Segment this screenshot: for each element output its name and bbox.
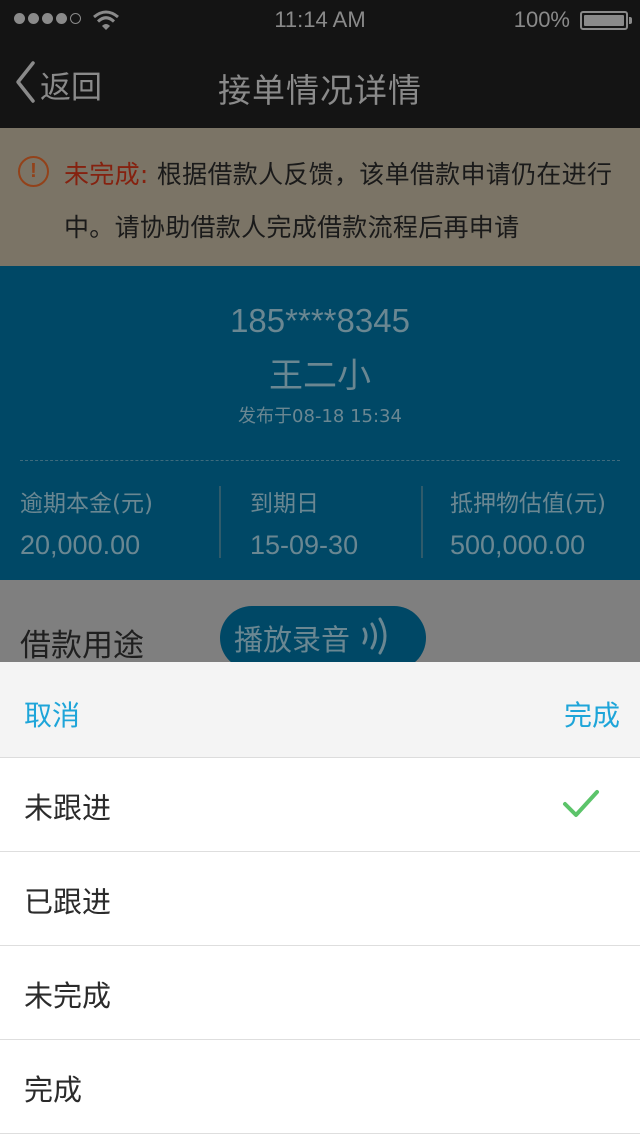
picker-option-complete[interactable]: 完成 — [0, 1040, 640, 1134]
option-label: 已跟进 — [24, 885, 112, 919]
status-picker-sheet: 取消 完成 未跟进 已跟进 未完成 完成 — [0, 662, 640, 1136]
option-label: 未完成 — [24, 979, 112, 1013]
battery-percent: 100% — [513, 7, 570, 32]
field-value: 500,000.00 — [450, 530, 586, 560]
check-icon — [562, 788, 600, 824]
column-divider — [421, 486, 423, 558]
picker-option-not-followed[interactable]: 未跟进 — [0, 758, 640, 852]
cancel-button[interactable]: 取消 — [24, 694, 80, 734]
field-value: 15-09-30 — [250, 530, 359, 560]
picker-toolbar: 取消 完成 — [0, 662, 640, 758]
picker-option-incomplete[interactable]: 未完成 — [0, 946, 640, 1040]
borrower-card: 185****8345 王二小 发布于08-18 15:34 逾期本金(元) 2… — [0, 266, 640, 580]
field-value: 20,000.00 — [20, 530, 141, 560]
play-recording-button[interactable]: 播放录音 — [220, 606, 426, 670]
field-label: 抵押物估值(元) — [450, 491, 606, 517]
sound-wave-icon — [350, 616, 390, 660]
published-time: 发布于08-18 15:34 — [238, 406, 402, 427]
status-bar: 11:14 AM 100% — [0, 0, 640, 40]
borrower-phone: 185****8345 — [230, 302, 410, 339]
picker-option-followed[interactable]: 已跟进 — [0, 852, 640, 946]
status-notice: ! 未完成: 根据借款人反馈，该单借款申请仍在进行中。请协助借款人完成借款流程后… — [0, 128, 640, 266]
loan-purpose-row: 借款用途 播放录音 — [0, 580, 640, 670]
borrower-name: 王二小 — [269, 356, 371, 396]
nav-bar: 返回 接单情况详情 — [0, 40, 640, 128]
field-collateral-value: 抵押物估值(元) 500,000.00 — [450, 484, 606, 561]
notice-label: 未完成: — [64, 160, 149, 189]
done-button[interactable]: 完成 — [564, 694, 620, 734]
loan-purpose-label: 借款用途 — [20, 628, 144, 664]
option-label: 完成 — [24, 1073, 83, 1107]
notice-text: 未完成: 根据借款人反馈，该单借款申请仍在进行中。请协助借款人完成借款流程后再申… — [64, 148, 624, 254]
column-divider — [219, 486, 221, 558]
warning-icon: ! — [18, 156, 49, 187]
battery-icon — [580, 11, 632, 30]
dashed-divider — [20, 460, 620, 461]
play-recording-label: 播放录音 — [234, 623, 351, 657]
option-label: 未跟进 — [24, 791, 112, 825]
page-title: 接单情况详情 — [218, 71, 422, 110]
field-label: 到期日 — [250, 491, 319, 517]
field-overdue-principal: 逾期本金(元) 20,000.00 — [20, 484, 153, 561]
field-label: 逾期本金(元) — [20, 491, 153, 517]
field-due-date: 到期日 15-09-30 — [250, 484, 358, 561]
